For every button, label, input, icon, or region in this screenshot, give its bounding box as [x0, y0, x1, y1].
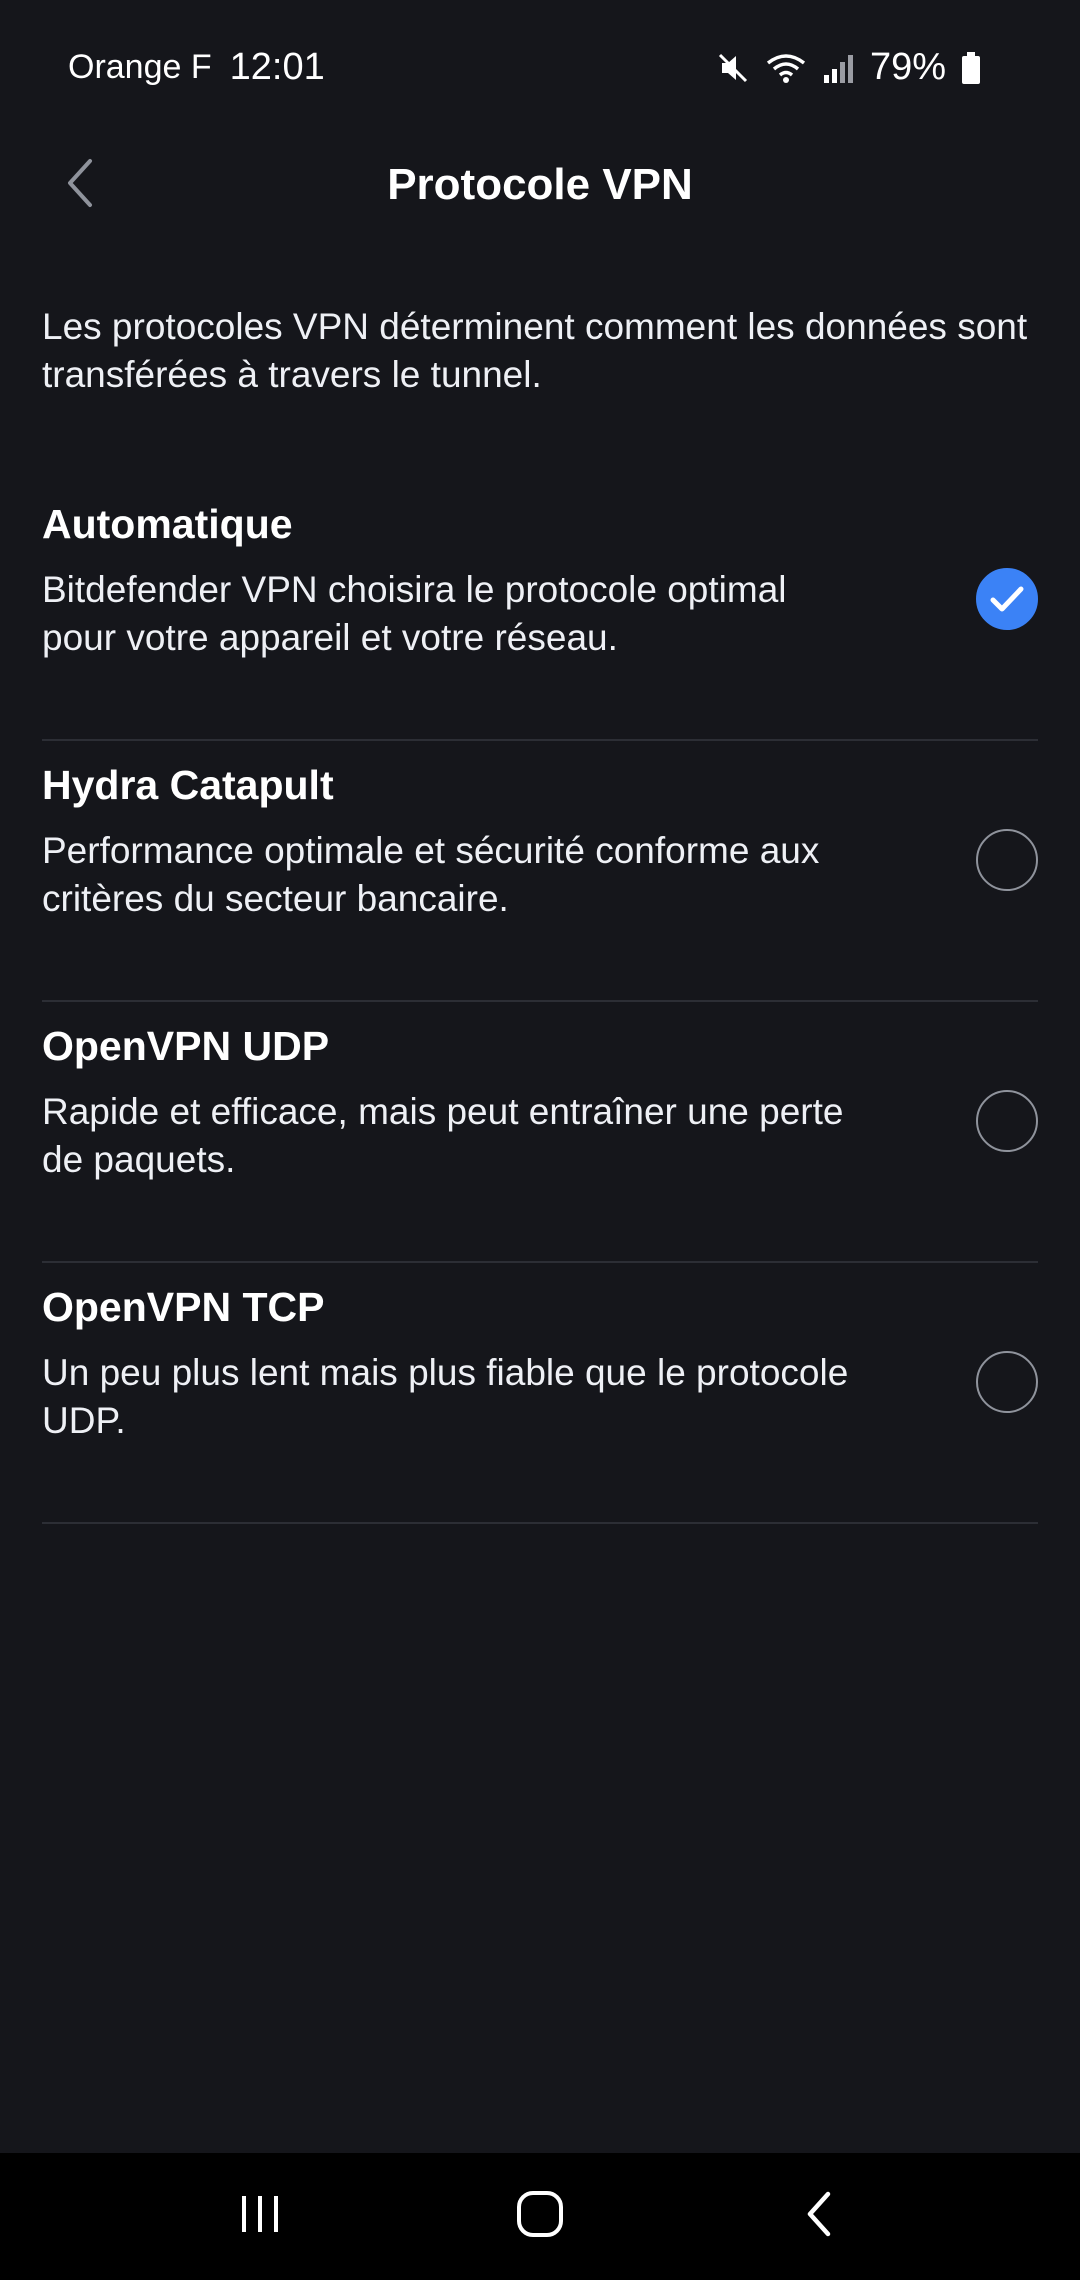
status-bar: Orange F 12:01 79% — [0, 0, 1080, 135]
wifi-icon — [764, 51, 808, 85]
option-title: Automatique — [42, 501, 293, 547]
option-openvpn-udp[interactable]: OpenVPN UDP Rapide et efficace, mais peu… — [42, 1002, 1038, 1263]
radio-selected[interactable] — [976, 568, 1038, 630]
option-title: Hydra Catapult — [42, 762, 334, 808]
option-description: Performance optimale et sécurité conform… — [42, 830, 820, 919]
chevron-left-icon — [60, 157, 100, 214]
radio-unselected[interactable] — [976, 829, 1038, 891]
protocol-options-list: Automatique Bitdefender VPN choisira le … — [42, 480, 1038, 1524]
radio-unselected[interactable] — [976, 1351, 1038, 1413]
status-left: Orange F 12:01 — [68, 46, 325, 89]
battery-icon — [960, 51, 982, 85]
option-description: Un peu plus lent mais plus fiable que le… — [42, 1352, 849, 1441]
option-automatique[interactable]: Automatique Bitdefender VPN choisira le … — [42, 480, 1038, 741]
carrier-name: Orange F — [68, 48, 212, 86]
recent-apps-icon — [236, 2192, 284, 2241]
app-bar: Protocole VPN — [0, 135, 1080, 235]
system-nav-bar — [0, 2153, 1080, 2280]
status-right: 79% — [716, 46, 982, 89]
back-button[interactable] — [40, 145, 120, 225]
checkmark-icon — [989, 584, 1025, 614]
recent-apps-button[interactable] — [200, 2167, 320, 2267]
mute-icon — [716, 51, 750, 85]
page-title: Protocole VPN — [387, 160, 693, 209]
option-description: Bitdefender VPN choisira le protocole op… — [42, 569, 787, 658]
option-openvpn-tcp[interactable]: OpenVPN TCP Un peu plus lent mais plus f… — [42, 1263, 1038, 1524]
status-time: 12:01 — [229, 46, 325, 88]
intro-description: Les protocoles VPN déterminent comment l… — [42, 306, 1028, 395]
option-title: OpenVPN UDP — [42, 1023, 330, 1069]
home-icon — [515, 2189, 565, 2244]
system-back-button[interactable] — [760, 2167, 880, 2267]
radio-unselected[interactable] — [976, 1090, 1038, 1152]
option-description: Rapide et efficace, mais peut entraîner … — [42, 1091, 844, 1180]
home-button[interactable] — [480, 2167, 600, 2267]
signal-icon — [822, 51, 856, 85]
option-title: OpenVPN TCP — [42, 1284, 325, 1330]
back-icon — [802, 2189, 838, 2244]
option-hydra-catapult[interactable]: Hydra Catapult Performance optimale et s… — [42, 741, 1038, 1002]
battery-percent: 79% — [869, 46, 946, 88]
